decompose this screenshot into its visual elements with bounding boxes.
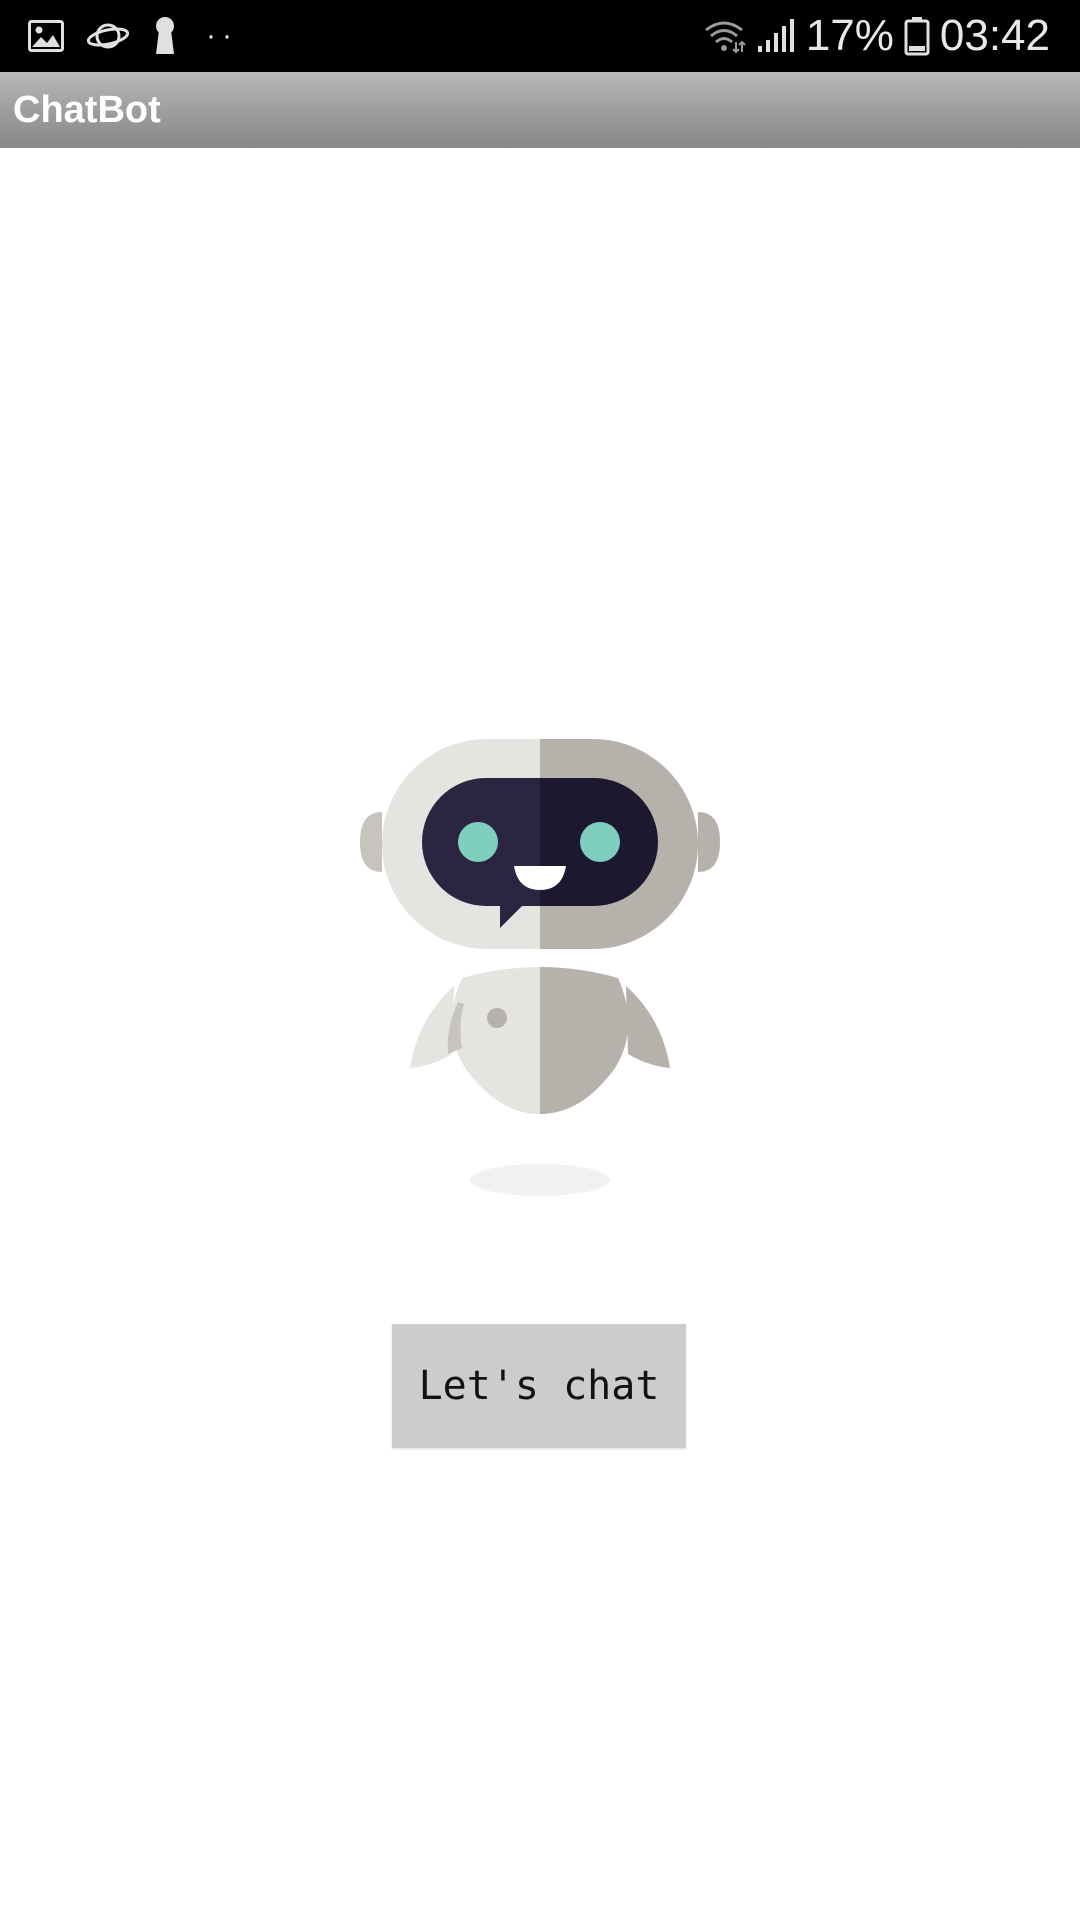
robot-icon xyxy=(360,739,720,1196)
image-icon xyxy=(28,20,64,52)
wifi-icon xyxy=(702,18,746,54)
app-title: ChatBot xyxy=(13,89,161,131)
signal-icon xyxy=(756,18,796,54)
planet-icon xyxy=(86,19,130,53)
battery-percent: 17% xyxy=(805,11,894,60)
screen: ·· 17% 03:42 ChatBot Let's chat xyxy=(0,0,1080,1920)
robot-illustration xyxy=(350,728,730,1208)
battery-icon xyxy=(904,16,930,56)
status-notifications: ·· xyxy=(28,0,238,72)
lets-chat-button[interactable]: Let's chat xyxy=(392,1324,686,1448)
more-notifications-icon: ·· xyxy=(206,19,238,52)
status-system: 17% 03:42 xyxy=(702,0,1050,72)
status-bar: ·· 17% 03:42 xyxy=(0,0,1080,72)
keyhole-icon xyxy=(152,16,178,56)
clock: 03:42 xyxy=(939,11,1050,60)
app-bar: ChatBot xyxy=(0,72,1080,148)
